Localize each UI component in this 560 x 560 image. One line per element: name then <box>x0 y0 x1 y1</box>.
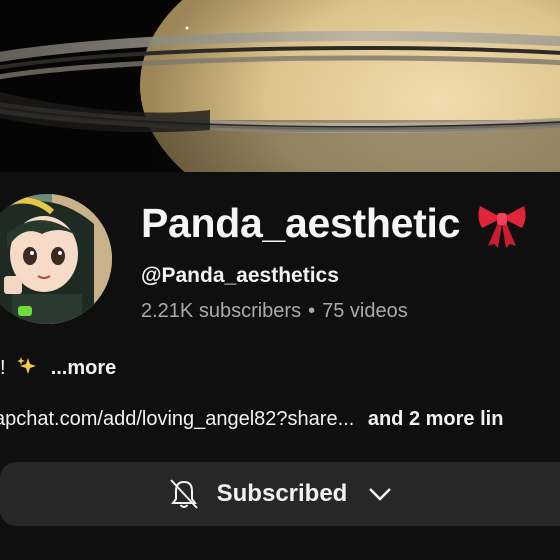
more-links-button[interactable]: and 2 more lin <box>368 408 504 430</box>
channel-handle: @Panda_aesthetics <box>141 264 339 287</box>
stats-separator: • <box>308 300 316 322</box>
bell-off-icon <box>169 479 198 509</box>
chevron-down-icon <box>369 488 392 501</box>
more-button[interactable]: ...more <box>51 357 117 379</box>
subscriber-count: 2.21K subscribers <box>141 300 302 322</box>
channel-description[interactable]: ! ...more <box>0 356 116 380</box>
subscribed-label: Subscribed <box>216 480 348 507</box>
sparkles-icon <box>17 357 37 374</box>
ribbon-bow-icon <box>478 206 526 248</box>
channel-avatar[interactable] <box>0 194 112 324</box>
video-count: 75 videos <box>322 300 408 322</box>
banner-image <box>0 0 560 172</box>
subscribed-button[interactable]: Subscribed <box>0 462 560 526</box>
channel-name: Panda_aesthetic <box>141 200 461 246</box>
channel-banner <box>0 0 560 172</box>
channel-links[interactable]: apchat.com/add/loving_angel82?share... a… <box>0 408 503 431</box>
link-url[interactable]: apchat.com/add/loving_angel82?share... <box>0 408 354 430</box>
description-text: ! <box>0 357 6 379</box>
channel-stats: 2.21K subscribers • 75 videos <box>141 300 408 323</box>
avatar-illustration <box>0 194 112 324</box>
